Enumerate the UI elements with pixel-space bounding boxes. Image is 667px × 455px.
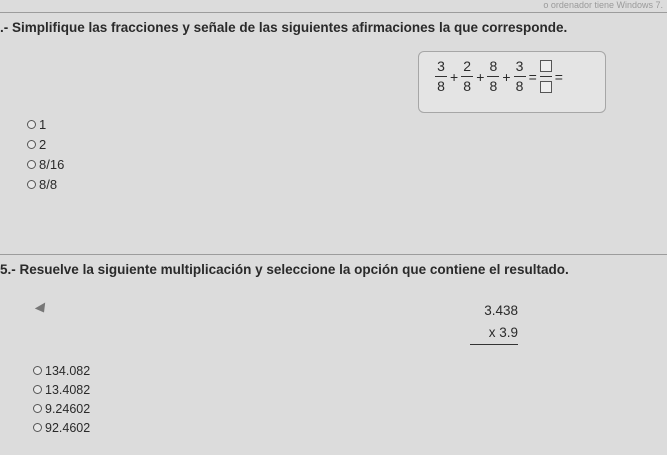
question-5-option-3[interactable]: 9.24602 — [33, 399, 90, 418]
radio-button[interactable] — [27, 119, 36, 129]
fraction-2: 2 8 — [461, 58, 474, 94]
answer-numerator-box[interactable] — [539, 60, 552, 72]
plus-sign: + — [476, 68, 485, 85]
plus-sign: + — [450, 68, 459, 85]
question-5-option-2[interactable]: 13.4082 — [33, 380, 90, 399]
question-4-option-1[interactable]: 1 — [27, 114, 64, 134]
question-4-option-4[interactable]: 8/8 — [27, 174, 64, 194]
question-5-text: Resuelve la siguiente multiplicación y s… — [19, 262, 569, 277]
fraction-bar — [513, 76, 526, 77]
radio-button[interactable] — [33, 366, 42, 375]
question-4-text: Simplifique las fracciones y señale de l… — [12, 20, 568, 35]
question-4-option-3[interactable]: 8/16 — [27, 154, 64, 174]
answer-fraction — [539, 58, 552, 95]
multiplier: x 3.9 — [470, 322, 518, 345]
multiplication-problem: 3.438 x 3.9 — [470, 300, 518, 345]
fraction-bar — [539, 76, 552, 77]
question-4-options: 1 2 8/16 8/8 — [27, 114, 64, 194]
fraction-bar — [487, 76, 500, 77]
option-label: 134.082 — [45, 363, 91, 378]
answer-denominator-box[interactable] — [539, 81, 552, 93]
fraction-expression-box: 3 8 + 2 8 + 8 8 + 3 8 = = — [418, 51, 606, 113]
option-label: 8/8 — [39, 176, 58, 192]
fraction-expression: 3 8 + 2 8 + 8 8 + 3 8 = = — [433, 58, 564, 95]
question-5-number: 5.- — [0, 262, 16, 277]
fraction-4-numerator: 3 — [515, 58, 524, 74]
fraction-3-numerator: 8 — [489, 58, 498, 74]
question-4-number: .- — [0, 20, 9, 35]
top-divider — [0, 12, 667, 13]
fraction-bar — [435, 76, 447, 77]
radio-button[interactable] — [27, 159, 36, 169]
fraction-2-numerator: 2 — [463, 58, 472, 74]
fraction-4-denominator: 8 — [515, 78, 524, 94]
question-divider — [0, 254, 667, 255]
option-label: 92.4602 — [45, 420, 91, 435]
radio-button[interactable] — [27, 179, 36, 189]
plus-sign: + — [502, 68, 511, 85]
option-label: 1 — [39, 116, 47, 132]
option-label: 8/16 — [39, 156, 65, 172]
question-5-option-4[interactable]: 92.4602 — [33, 418, 90, 437]
multiplicand: 3.438 — [484, 303, 518, 318]
question-5-option-1[interactable]: 134.082 — [33, 361, 90, 380]
fraction-2-denominator: 8 — [463, 78, 472, 94]
option-label: 13.4082 — [45, 382, 91, 397]
option-label: 2 — [39, 136, 47, 152]
question-5-options: 134.082 13.4082 9.24602 92.4602 — [33, 361, 90, 437]
radio-button[interactable] — [27, 139, 36, 149]
equals-sign: = — [528, 68, 537, 85]
fraction-bar — [461, 76, 474, 77]
fraction-1: 3 8 — [435, 59, 447, 94]
radio-button[interactable] — [33, 423, 42, 432]
radio-button[interactable] — [33, 385, 42, 394]
radio-button[interactable] — [33, 404, 42, 413]
fraction-3: 8 8 — [487, 58, 500, 94]
option-label: 9.24602 — [45, 401, 91, 416]
question-4-title: .- Simplifique las fracciones y señale d… — [0, 20, 567, 35]
top-note: o ordenador tiene Windows 7. — [543, 0, 663, 10]
mouse-cursor-icon — [34, 302, 50, 316]
fraction-3-denominator: 8 — [489, 78, 498, 94]
fraction-1-denominator: 8 — [437, 78, 445, 94]
fraction-1-numerator: 3 — [437, 58, 445, 74]
equals-sign: = — [554, 68, 563, 85]
question-4-option-2[interactable]: 2 — [27, 134, 64, 154]
fraction-4: 3 8 — [513, 58, 526, 94]
question-5-title: 5.- Resuelve la siguiente multiplicación… — [0, 262, 569, 277]
